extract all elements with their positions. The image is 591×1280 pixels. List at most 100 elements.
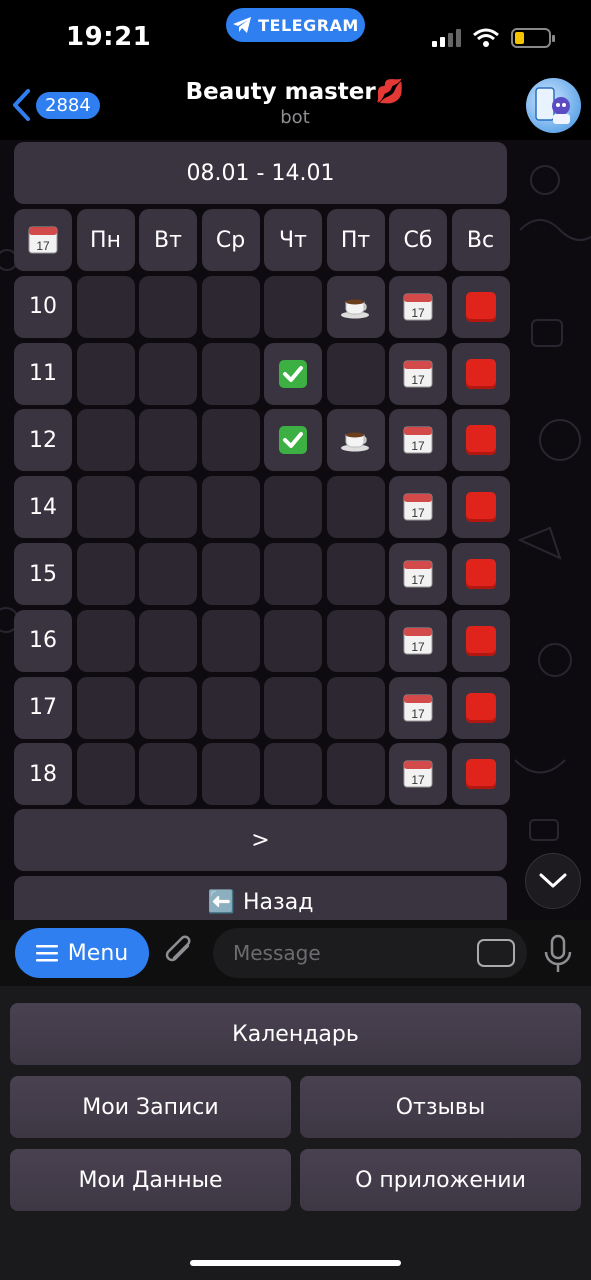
hour-cell[interactable]: 16	[14, 609, 72, 672]
slot-cell[interactable]	[76, 676, 135, 739]
slot-cell[interactable]	[451, 275, 510, 338]
slot-cell[interactable]	[326, 543, 385, 605]
my-bookings-button[interactable]: Мои Записи	[10, 1076, 291, 1138]
slot-cell[interactable]	[451, 543, 510, 605]
calendar-icon: 17	[403, 293, 433, 321]
slot-cell[interactable]	[139, 743, 197, 806]
slot-cell[interactable]	[76, 609, 135, 672]
slot-cell[interactable]	[451, 609, 510, 672]
slot-cell[interactable]: 17	[389, 676, 447, 739]
hour-cell[interactable]: 12	[14, 409, 72, 472]
slot-cell[interactable]	[201, 275, 260, 338]
slot-cell[interactable]	[201, 543, 260, 605]
hour-cell[interactable]: 15	[14, 543, 72, 605]
home-indicator[interactable]	[190, 1260, 401, 1266]
slot-cell[interactable]	[264, 743, 322, 806]
red-square-icon	[465, 358, 496, 389]
slot-cell[interactable]	[201, 409, 260, 472]
chat-title-area[interactable]: Beauty master💋 bot	[150, 78, 440, 128]
slot-cell[interactable]	[326, 342, 385, 405]
slot-cell[interactable]	[201, 476, 260, 539]
day-header-2[interactable]: Вт	[139, 209, 197, 271]
calendar-corner-cell[interactable]: 17	[14, 209, 72, 271]
slot-cell[interactable]	[451, 342, 510, 405]
slot-cell[interactable]	[326, 476, 385, 539]
day-header-6[interactable]: Сб	[389, 209, 447, 271]
slot-cell[interactable]	[139, 275, 197, 338]
reviews-button[interactable]: Отзывы	[300, 1076, 581, 1138]
slot-cell[interactable]: 17	[389, 543, 447, 605]
slot-cell[interactable]	[264, 476, 322, 539]
slot-cell[interactable]	[326, 676, 385, 739]
slot-cell[interactable]	[201, 609, 260, 672]
slot-cell[interactable]	[326, 609, 385, 672]
bot-avatar[interactable]	[526, 78, 581, 133]
slot-cell[interactable]	[264, 609, 322, 672]
slot-cell[interactable]	[451, 676, 510, 739]
week-range-button[interactable]: 08.01 - 14.01	[14, 142, 507, 204]
slot-cell[interactable]	[139, 543, 197, 605]
svg-text:17: 17	[411, 640, 425, 654]
day-header-1[interactable]: Пн	[76, 209, 135, 271]
slot-cell[interactable]	[76, 476, 135, 539]
slot-cell[interactable]	[76, 342, 135, 405]
slot-cell[interactable]	[139, 409, 197, 472]
slot-cell[interactable]	[201, 342, 260, 405]
slot-cell[interactable]: 17	[389, 609, 447, 672]
slot-cell[interactable]	[264, 275, 322, 338]
back-nav-button[interactable]: ⬅️ Назад	[14, 876, 507, 920]
slot-cell[interactable]	[326, 409, 385, 472]
calendar-button[interactable]: Календарь	[10, 1003, 581, 1065]
slot-cell[interactable]	[76, 743, 135, 806]
telegram-pill[interactable]: TELEGRAM	[226, 8, 365, 42]
slot-cell[interactable]: 17	[389, 342, 447, 405]
slot-cell[interactable]	[451, 476, 510, 539]
next-week-button[interactable]: >	[14, 809, 507, 871]
telegram-plane-icon	[233, 17, 252, 33]
menu-button[interactable]: Menu	[15, 928, 149, 978]
slot-cell[interactable]	[139, 676, 197, 739]
back-button[interactable]: 2884	[10, 88, 100, 122]
day-header-5[interactable]: Пт	[326, 209, 385, 271]
chat-subtitle: bot	[280, 107, 310, 128]
slot-cell[interactable]	[76, 409, 135, 472]
slot-cell[interactable]	[326, 743, 385, 806]
my-data-button[interactable]: Мои Данные	[10, 1149, 291, 1211]
hour-cell[interactable]: 11	[14, 342, 72, 405]
message-input[interactable]: Message	[213, 928, 527, 978]
slot-cell[interactable]	[201, 676, 260, 739]
day-header-7[interactable]: Вс	[451, 209, 510, 271]
svg-text:17: 17	[36, 239, 50, 253]
hour-cell[interactable]: 10	[14, 275, 72, 338]
chevron-left-icon	[13, 89, 30, 121]
attach-icon[interactable]	[162, 934, 198, 970]
about-button[interactable]: О приложении	[300, 1149, 581, 1211]
microphone-icon[interactable]	[541, 934, 575, 974]
day-header-3[interactable]: Ср	[201, 209, 260, 271]
battery-icon	[511, 28, 555, 48]
slot-cell[interactable]	[451, 743, 510, 806]
slot-cell[interactable]: 17	[389, 743, 447, 806]
day-header-4[interactable]: Чт	[264, 209, 322, 271]
slot-cell[interactable]	[139, 342, 197, 405]
slot-cell[interactable]	[326, 275, 385, 338]
slot-cell[interactable]	[264, 543, 322, 605]
slot-cell[interactable]	[264, 409, 322, 472]
slot-cell[interactable]: 17	[389, 275, 447, 338]
slot-cell[interactable]	[139, 476, 197, 539]
slot-cell[interactable]: 17	[389, 409, 447, 472]
reply-keyboard: Календарь Мои Записи Отзывы Мои Данные О…	[0, 986, 591, 1280]
hour-cell[interactable]: 17	[14, 676, 72, 739]
slot-cell[interactable]	[201, 743, 260, 806]
hour-cell[interactable]: 14	[14, 476, 72, 539]
slot-cell[interactable]	[76, 275, 135, 338]
slot-cell[interactable]	[451, 409, 510, 472]
slot-cell[interactable]: 17	[389, 476, 447, 539]
scroll-down-button[interactable]	[525, 853, 581, 909]
slot-cell[interactable]	[264, 342, 322, 405]
hour-cell[interactable]: 18	[14, 743, 72, 806]
slot-cell[interactable]	[139, 609, 197, 672]
keyboard-icon[interactable]	[477, 939, 515, 967]
slot-cell[interactable]	[76, 543, 135, 605]
slot-cell[interactable]	[264, 676, 322, 739]
